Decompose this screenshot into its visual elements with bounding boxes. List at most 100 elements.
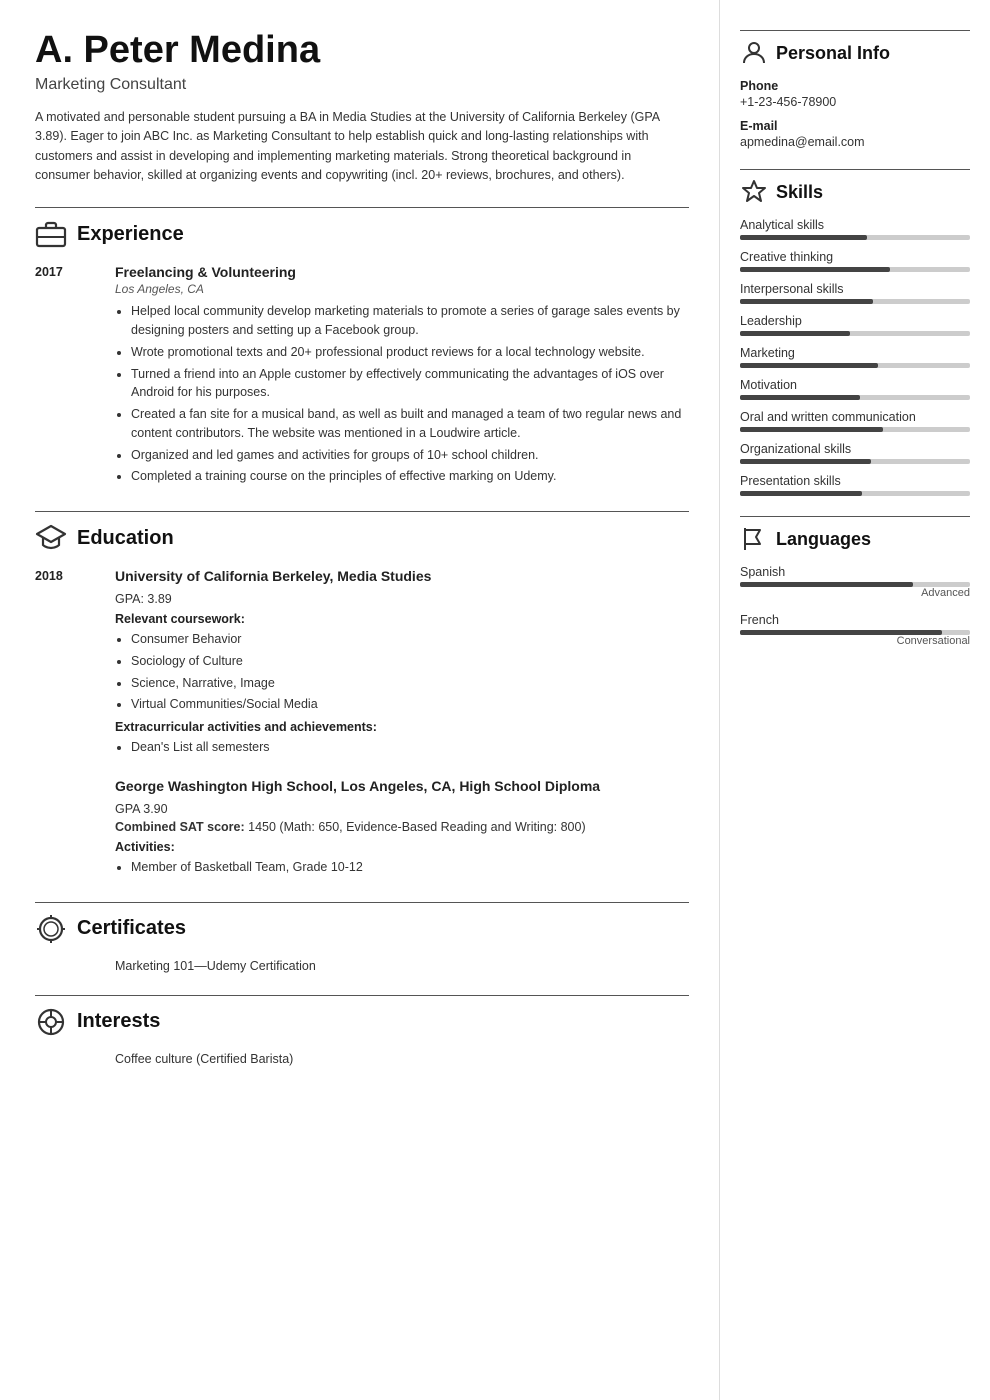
phone-value: +1-23-456-78900 bbox=[740, 95, 970, 109]
language-level-label: Conversational bbox=[897, 635, 970, 647]
skill-item: Oral and written communication bbox=[740, 410, 970, 432]
skills-section-header: Skills bbox=[740, 169, 970, 206]
experience-section-header: Experience bbox=[35, 207, 689, 250]
skill-bar-fill bbox=[740, 299, 873, 304]
language-level-row: Advanced bbox=[740, 587, 970, 599]
skill-bar-fill bbox=[740, 491, 862, 496]
skill-bar-fill bbox=[740, 459, 871, 464]
skill-bar-bg bbox=[740, 395, 970, 400]
skill-name: Creative thinking bbox=[740, 250, 970, 264]
languages-section-header: Languages bbox=[740, 516, 970, 553]
exp-bullet-5: Organized and led games and activities f… bbox=[131, 446, 689, 465]
email-value: apmedina@email.com bbox=[740, 135, 970, 149]
certificate-icon bbox=[35, 913, 67, 945]
personal-info-title: Personal Info bbox=[776, 43, 890, 64]
activities-list: Member of Basketball Team, Grade 10-12 bbox=[115, 858, 689, 877]
education-title: Education bbox=[77, 527, 174, 550]
sat-value: 1450 (Math: 650, Evidence-Based Reading … bbox=[248, 820, 585, 834]
experience-entry-1: 2017 Freelancing & Volunteering Los Ange… bbox=[35, 264, 689, 489]
experience-entry-subtitle-1: Los Angeles, CA bbox=[115, 282, 689, 296]
edu-coursework-label: Relevant coursework: bbox=[115, 612, 689, 626]
education-year-1: 2018 bbox=[35, 568, 115, 760]
education-entry-1: 2018 University of California Berkeley, … bbox=[35, 568, 689, 760]
interest-item-1: Coffee culture (Certified Barista) bbox=[115, 1052, 689, 1066]
course-4: Virtual Communities/Social Media bbox=[131, 695, 689, 714]
exp-bullet-4: Created a fan site for a musical band, a… bbox=[131, 405, 689, 443]
language-item: Spanish Advanced bbox=[740, 565, 970, 599]
skill-bar-fill bbox=[740, 235, 867, 240]
skill-name: Interpersonal skills bbox=[740, 282, 970, 296]
skill-item: Creative thinking bbox=[740, 250, 970, 272]
skill-bar-bg bbox=[740, 235, 970, 240]
exp-bullet-3: Turned a friend into an Apple customer b… bbox=[131, 365, 689, 403]
briefcase-icon bbox=[35, 218, 67, 250]
skill-name: Organizational skills bbox=[740, 442, 970, 456]
education-entry-2: George Washington High School, Los Angel… bbox=[35, 778, 689, 880]
skill-bar-bg bbox=[740, 491, 970, 496]
interests-title: Interests bbox=[77, 1010, 160, 1033]
skill-name: Leadership bbox=[740, 314, 970, 328]
activity-1: Member of Basketball Team, Grade 10-12 bbox=[131, 858, 689, 877]
experience-year-1: 2017 bbox=[35, 264, 115, 489]
skill-bar-bg bbox=[740, 459, 970, 464]
course-2: Sociology of Culture bbox=[131, 652, 689, 671]
certificates-section-header: Certificates bbox=[35, 902, 689, 945]
skills-title: Skills bbox=[776, 182, 823, 203]
language-name: French bbox=[740, 613, 970, 627]
skill-name: Presentation skills bbox=[740, 474, 970, 488]
interests-section-header: Interests bbox=[35, 995, 689, 1038]
skills-list: Analytical skills Creative thinking Inte… bbox=[740, 218, 970, 496]
skill-item: Motivation bbox=[740, 378, 970, 400]
cert-item-1: Marketing 101—Udemy Certification bbox=[115, 959, 689, 973]
skills-icon bbox=[740, 178, 768, 206]
experience-entry-title-1: Freelancing & Volunteering bbox=[115, 264, 689, 280]
exp-bullet-2: Wrote promotional texts and 20+ professi… bbox=[131, 343, 689, 362]
interests-entry: Coffee culture (Certified Barista) bbox=[35, 1052, 689, 1066]
education-year-2 bbox=[35, 778, 115, 880]
skill-bar-bg bbox=[740, 299, 970, 304]
skill-bar-fill bbox=[740, 427, 883, 432]
skill-name: Motivation bbox=[740, 378, 970, 392]
skill-item: Interpersonal skills bbox=[740, 282, 970, 304]
skill-bar-bg bbox=[740, 267, 970, 272]
language-level-row: Conversational bbox=[740, 635, 970, 647]
course-3: Science, Narrative, Image bbox=[131, 674, 689, 693]
language-level-label: Advanced bbox=[921, 587, 970, 599]
edu-extra-list: Dean's List all semesters bbox=[115, 738, 689, 757]
skill-bar-fill bbox=[740, 363, 878, 368]
edu-extra-label: Extracurricular activities and achieveme… bbox=[115, 720, 689, 734]
skill-item: Presentation skills bbox=[740, 474, 970, 496]
edu-gpa-1: GPA: 3.89 bbox=[115, 592, 689, 606]
edu-title-1: University of California Berkeley, Media… bbox=[115, 568, 689, 584]
experience-title: Experience bbox=[77, 223, 184, 246]
edu-coursework-list: Consumer Behavior Sociology of Culture S… bbox=[115, 630, 689, 714]
skill-item: Organizational skills bbox=[740, 442, 970, 464]
language-item: French Conversational bbox=[740, 613, 970, 647]
skill-name: Marketing bbox=[740, 346, 970, 360]
skill-bar-fill bbox=[740, 395, 860, 400]
skill-bar-fill bbox=[740, 331, 850, 336]
skill-bar-bg bbox=[740, 363, 970, 368]
skill-item: Analytical skills bbox=[740, 218, 970, 240]
exp-bullet-1: Helped local community develop marketing… bbox=[131, 302, 689, 340]
languages-title: Languages bbox=[776, 529, 871, 550]
exp-bullet-6: Completed a training course on the princ… bbox=[131, 467, 689, 486]
extra-1: Dean's List all semesters bbox=[131, 738, 689, 757]
experience-bullets-1: Helped local community develop marketing… bbox=[115, 302, 689, 486]
language-name: Spanish bbox=[740, 565, 970, 579]
certificates-entry: Marketing 101—Udemy Certification bbox=[35, 959, 689, 973]
sat-label: Combined SAT score: bbox=[115, 820, 245, 834]
interests-icon bbox=[35, 1006, 67, 1038]
skill-name: Oral and written communication bbox=[740, 410, 970, 424]
edu-gpa-2: GPA 3.90 bbox=[115, 802, 689, 816]
header-name: A. Peter Medina bbox=[35, 30, 689, 72]
education-section-header: Education bbox=[35, 511, 689, 554]
skill-bar-bg bbox=[740, 427, 970, 432]
header-summary: A motivated and personable student pursu… bbox=[35, 108, 689, 186]
languages-list: Spanish Advanced French Conversational bbox=[740, 565, 970, 647]
person-icon bbox=[740, 39, 768, 67]
skill-name: Analytical skills bbox=[740, 218, 970, 232]
course-1: Consumer Behavior bbox=[131, 630, 689, 649]
phone-label: Phone bbox=[740, 79, 970, 93]
personal-info-header: Personal Info bbox=[740, 30, 970, 67]
